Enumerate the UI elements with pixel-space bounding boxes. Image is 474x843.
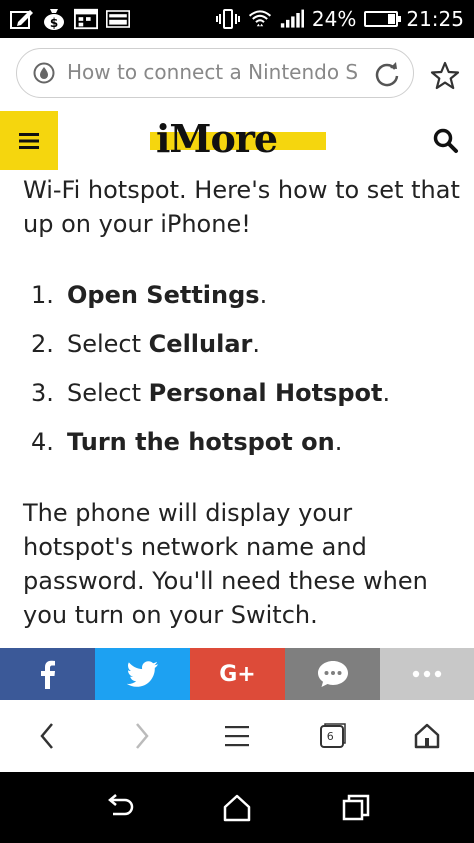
url-text[interactable]: How to connect a Nintendo S [67, 60, 379, 84]
more-share-button[interactable] [380, 648, 474, 700]
battery-percent: 24% [311, 7, 357, 31]
site-info-icon[interactable] [33, 62, 55, 84]
signal-icon [280, 7, 304, 31]
home-button[interactable] [407, 716, 447, 756]
site-menu-button[interactable] [0, 111, 58, 170]
tab-count: 6 [326, 730, 334, 743]
forward-button[interactable] [122, 716, 162, 756]
google-plus-icon: G+ [219, 661, 256, 687]
recent-apps-icon[interactable] [340, 792, 372, 824]
back-button[interactable] [27, 716, 67, 756]
article-paragraph: The phone will display your hotspot's ne… [23, 499, 428, 629]
status-bar: $ 24% 21:25 [0, 0, 474, 38]
home-nav-icon[interactable] [221, 792, 253, 824]
article-paragraph: Wi-Fi hotspot. Here's how to set that up… [23, 176, 460, 238]
tabs-button[interactable]: 6 [312, 716, 352, 756]
wifi-icon [248, 7, 272, 31]
search-icon[interactable] [432, 127, 460, 155]
svg-text:$: $ [50, 16, 58, 30]
browser-menu-button[interactable] [217, 716, 257, 756]
menu-icon [224, 726, 249, 747]
android-nav-bar [0, 772, 474, 843]
article-content: Wi-Fi hotspot. Here's how to set that up… [0, 170, 474, 648]
chevron-right-icon [136, 723, 149, 749]
calendar-icon [74, 7, 98, 31]
twitter-icon [126, 661, 158, 687]
back-nav-icon[interactable] [104, 792, 136, 824]
google-plus-share-button[interactable]: G+ [190, 648, 285, 700]
url-bar[interactable]: How to connect a Nintendo S [16, 48, 414, 98]
hamburger-icon [19, 132, 39, 149]
chevron-left-icon [40, 723, 54, 749]
comment-share-button[interactable] [285, 648, 380, 700]
vibrate-icon [215, 7, 240, 31]
edit-notification-icon [10, 7, 34, 31]
imore-logo[interactable]: iMore [150, 116, 326, 162]
facebook-icon [40, 660, 55, 689]
home-icon [414, 723, 439, 749]
share-bar: G+ [0, 648, 474, 700]
list-item: 4. Turn the hotspot on. [31, 428, 343, 456]
clock: 21:25 [406, 7, 464, 31]
site-header: iMore [0, 111, 474, 170]
list-item: 3. Select Personal Hotspot. [31, 379, 391, 407]
twitter-share-button[interactable] [95, 648, 190, 700]
bookmark-star-icon[interactable] [430, 61, 460, 91]
browser-toolbar: How to connect a Nintendo S [0, 38, 474, 112]
reload-icon[interactable] [373, 60, 401, 88]
more-icon [412, 670, 442, 678]
image-notification-icon [106, 7, 130, 31]
money-bag-icon: $ [42, 7, 66, 31]
browser-bottom-bar: 6 [0, 700, 474, 772]
battery-icon [364, 11, 402, 27]
logo-text: iMore [156, 116, 278, 161]
steps-list: 1. Open Settings. 2. Select Cellular. 3. Se… [23, 278, 463, 474]
comment-icon [317, 661, 348, 687]
list-item: 2. Select Cellular. [31, 330, 260, 358]
list-item: 1. Open Settings. [31, 281, 268, 309]
facebook-share-button[interactable] [0, 648, 95, 700]
